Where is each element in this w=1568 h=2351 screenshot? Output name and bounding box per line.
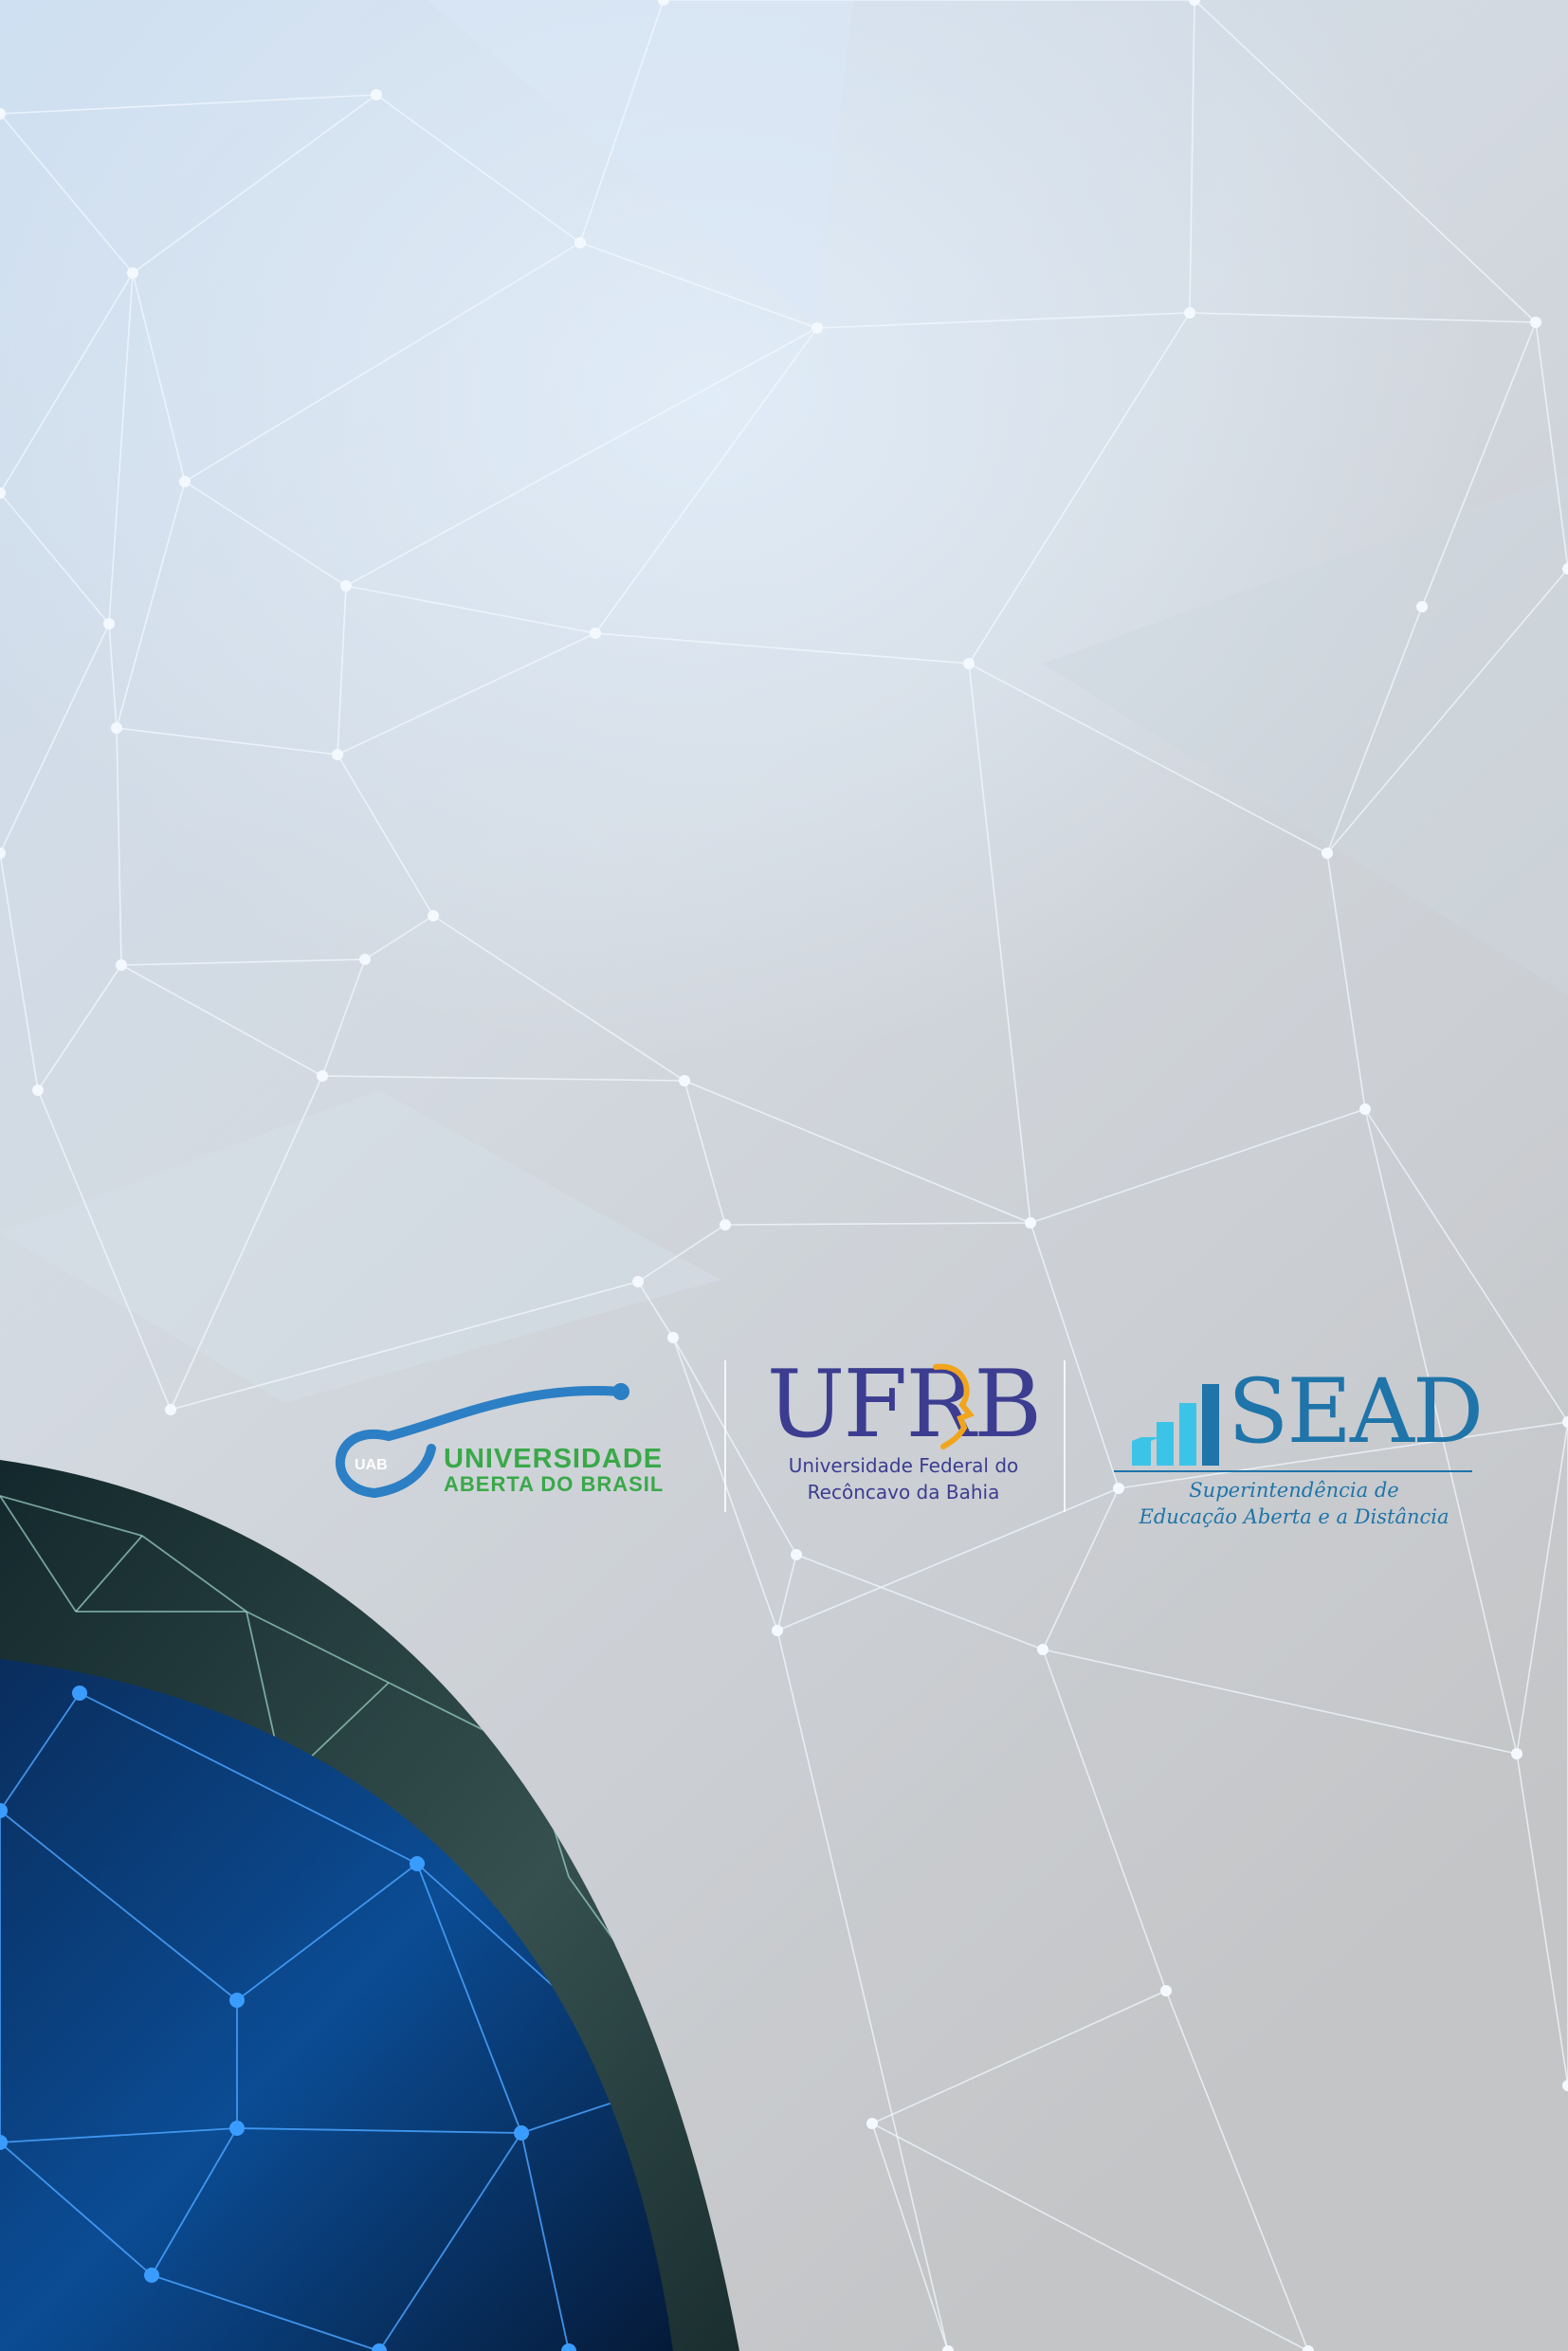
sead-line1: Superintendência de bbox=[1189, 1479, 1399, 1502]
uab-line1: UNIVERSIDADE bbox=[444, 1444, 664, 1474]
sead-line2: Educação Aberta e a Distância bbox=[1139, 1505, 1449, 1528]
cover-page: UAB UNIVERSIDADE ABERTA DO BRASIL UFRB U… bbox=[0, 0, 1568, 2351]
partner-logos: UAB UNIVERSIDADE ABERTA DO BRASIL UFRB U… bbox=[0, 1308, 1568, 1555]
sead-subtitle: Superintendência de Educação Aberta e a … bbox=[1109, 1477, 1479, 1530]
logo-divider bbox=[1064, 1360, 1066, 1512]
uab-badge: UAB bbox=[355, 1457, 388, 1473]
sead-logo: SEAD Superintendência de Educação Aberta… bbox=[1109, 1365, 1484, 1545]
ufrb-face-icon bbox=[933, 1363, 975, 1449]
ufrb-logo: UFRB Universidade Federal do Recôncavo d… bbox=[766, 1358, 1042, 1538]
logo-divider bbox=[724, 1360, 726, 1512]
ufrb-mark-text: UFRB bbox=[766, 1351, 1042, 1459]
ufrb-mark: UFRB bbox=[766, 1358, 1042, 1452]
sead-wordmark: SEAD bbox=[1228, 1360, 1484, 1464]
uab-line2: ABERTA DO BRASIL bbox=[444, 1472, 665, 1496]
network-background bbox=[0, 0, 1568, 2351]
sead-underline bbox=[1114, 1470, 1472, 1472]
ufrb-line2: Recôncavo da Bahia bbox=[807, 1481, 1000, 1504]
